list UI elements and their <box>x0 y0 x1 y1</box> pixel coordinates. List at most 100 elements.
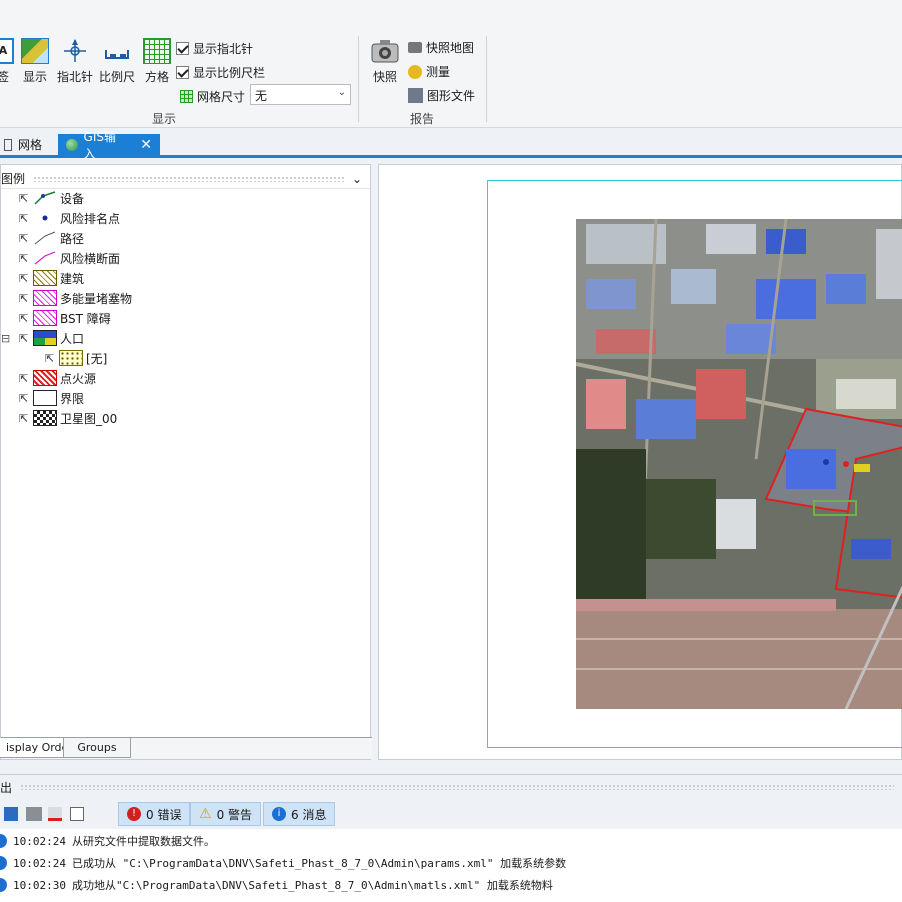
group-label-report: 报告 <box>410 112 435 126</box>
legend-item-equipment[interactable]: ⇱ 设备 <box>19 188 84 208</box>
legend-item-bst-obstacle[interactable]: ⇱ BST 障碍 <box>19 308 111 328</box>
warning-icon: ⚠ <box>199 806 212 822</box>
grid-tab-icon <box>4 138 12 151</box>
close-icon[interactable]: ✕ <box>140 137 152 153</box>
display-button[interactable]: 显示 <box>20 38 50 85</box>
log-line: 10:02:30 成功地从"C:\ProgramData\DNV\Safeti_… <box>0 875 553 895</box>
pointer-icon: ⇱ <box>19 291 29 305</box>
legend-item-multi-energy[interactable]: ⇱ 多能量堵塞物 <box>19 288 132 308</box>
info-icon <box>0 878 7 892</box>
satellite-image[interactable] <box>576 219 902 709</box>
group-label-display: 显示 <box>152 112 177 126</box>
dotted-area-icon <box>59 350 83 366</box>
boundary-box-icon <box>33 390 57 406</box>
errors-filter[interactable]: ! 0 错误 <box>118 802 191 826</box>
log-line: 10:02:24 已成功从 "C:\ProgramData\DNV\Safeti… <box>0 853 566 873</box>
legend-item-population-none[interactable]: ⇱ [无] <box>45 348 107 368</box>
north-arrow-button[interactable]: 指北针 <box>56 38 94 85</box>
pointer-icon: ⇱ <box>19 271 29 285</box>
log-line: 10:02:24 从研究文件中提取数据文件。 <box>0 831 215 851</box>
pointer-icon: ⇱ <box>19 411 29 425</box>
drag-handle[interactable] <box>20 784 894 790</box>
snapshot-map-button[interactable]: 快照地图 <box>408 39 474 56</box>
tab-gis-input[interactable]: GIS输入 ✕ <box>58 130 160 161</box>
grid-button[interactable]: 方格 <box>142 38 172 85</box>
bst-hatch-icon <box>33 310 57 326</box>
scale-bar-button[interactable]: 比例尺 <box>98 38 136 85</box>
show-scale-checkbox[interactable]: 显示比例尺栏 <box>176 64 265 81</box>
warnings-filter[interactable]: ⚠ 0 警告 <box>190 802 262 826</box>
checkbox-icon <box>176 42 189 55</box>
multi-energy-hatch-icon <box>33 290 57 306</box>
legend-header: 图例 ⌄ <box>1 165 370 189</box>
legend-item-risk-transect[interactable]: ⇱ 风险横断面 <box>19 248 120 268</box>
globe-icon <box>66 138 78 151</box>
copy-icon[interactable] <box>70 807 84 821</box>
population-symbol-icon <box>33 330 57 346</box>
legend-title: 图例 <box>1 172 26 186</box>
legend-item-boundary[interactable]: ⇱ 界限 <box>19 388 84 408</box>
equipment-symbol-icon <box>34 191 56 205</box>
checker-icon <box>33 410 57 426</box>
pointer-icon: ⇱ <box>19 391 29 405</box>
legend-item-route[interactable]: ⇱ 路径 <box>19 228 84 248</box>
label-button[interactable]: A 签 <box>0 38 14 85</box>
shape-file-button[interactable]: 图形文件 <box>408 87 475 104</box>
legend-item-population[interactable]: ⊟ ⇱ 人口 <box>1 328 84 348</box>
pointer-icon: ⇱ <box>19 251 29 265</box>
pointer-icon: ⇱ <box>45 351 55 365</box>
measure-button[interactable]: 测量 <box>408 63 450 80</box>
legend-item-building[interactable]: ⇱ 建筑 <box>19 268 84 288</box>
print-icon[interactable] <box>26 807 42 821</box>
chevron-down-icon[interactable]: ⌄ <box>352 172 362 186</box>
info-icon <box>0 834 7 848</box>
snapshot-button[interactable]: 快照 <box>368 38 402 85</box>
output-toolbar: ! 0 错误 ⚠ 0 警告 i 6 消息 <box>0 799 902 829</box>
scale-bar-icon <box>105 50 129 59</box>
tab-groups[interactable]: Groups <box>63 738 131 758</box>
legend-item-risk-ranking-point[interactable]: ⇱ 风险排名点 <box>19 208 120 228</box>
shapefile-icon <box>408 88 423 103</box>
collapse-icon[interactable]: ⊟ <box>1 332 19 345</box>
info-icon: i <box>272 807 286 821</box>
legend-item-ignition-source[interactable]: ⇱ 点火源 <box>19 368 96 388</box>
separator <box>486 36 487 122</box>
ribbon: A 签 显示 指北针 比例尺 方格 显示指北针 显示比例尺栏 网格尺寸 无 ⌄ … <box>0 0 902 128</box>
output-title: 出 <box>0 780 13 795</box>
building-hatch-icon <box>33 270 57 286</box>
grid-small-icon <box>180 90 193 103</box>
checkbox-icon <box>176 66 189 79</box>
legend-panel: 图例 ⌄ ⇱ 设备 ⇱ 风险排名点 ⇱ 路径 ⇱ 风险横断面 ⇱ 建筑 ⇱ 多能… <box>0 164 372 760</box>
error-icon: ! <box>127 807 141 821</box>
legend-item-satellite[interactable]: ⇱ 卫星图_00 <box>19 408 117 428</box>
info-icon <box>0 856 7 870</box>
messages-filter[interactable]: i 6 消息 <box>263 802 336 826</box>
separator <box>358 36 359 122</box>
show-north-checkbox[interactable]: 显示指北针 <box>176 40 253 57</box>
route-symbol-icon <box>34 231 56 245</box>
north-arrow-icon <box>64 39 86 62</box>
tab-grid[interactable]: 网格 <box>0 134 50 155</box>
pointer-icon: ⇱ <box>19 191 29 205</box>
dot-symbol-icon <box>42 215 48 221</box>
camera-small-icon <box>408 42 422 53</box>
grid-size-select[interactable]: 无 ⌄ <box>250 84 351 105</box>
save-icon[interactable] <box>4 807 18 821</box>
drag-handle[interactable] <box>33 175 344 182</box>
output-panel: 出 ! 0 错误 ⚠ 0 警告 i 6 消息 10:02:24 从研究文件中提取… <box>0 774 902 902</box>
map-frame <box>487 180 902 748</box>
pointer-icon: ⇱ <box>19 331 29 345</box>
map-view[interactable] <box>378 164 902 760</box>
pointer-icon: ⇱ <box>19 231 29 245</box>
legend-bottom-tabs: isplay Order Groups <box>0 737 372 759</box>
pointer-icon: ⇱ <box>19 211 29 225</box>
clear-icon[interactable] <box>48 807 62 821</box>
grid-icon <box>143 38 171 64</box>
camera-icon <box>371 40 399 63</box>
measure-icon <box>408 64 422 79</box>
pointer-icon: ⇱ <box>19 311 29 325</box>
grid-size-label: 网格尺寸 <box>180 88 245 105</box>
output-header: 出 <box>0 775 902 799</box>
transect-symbol-icon <box>34 251 56 265</box>
pointer-icon: ⇱ <box>19 371 29 385</box>
